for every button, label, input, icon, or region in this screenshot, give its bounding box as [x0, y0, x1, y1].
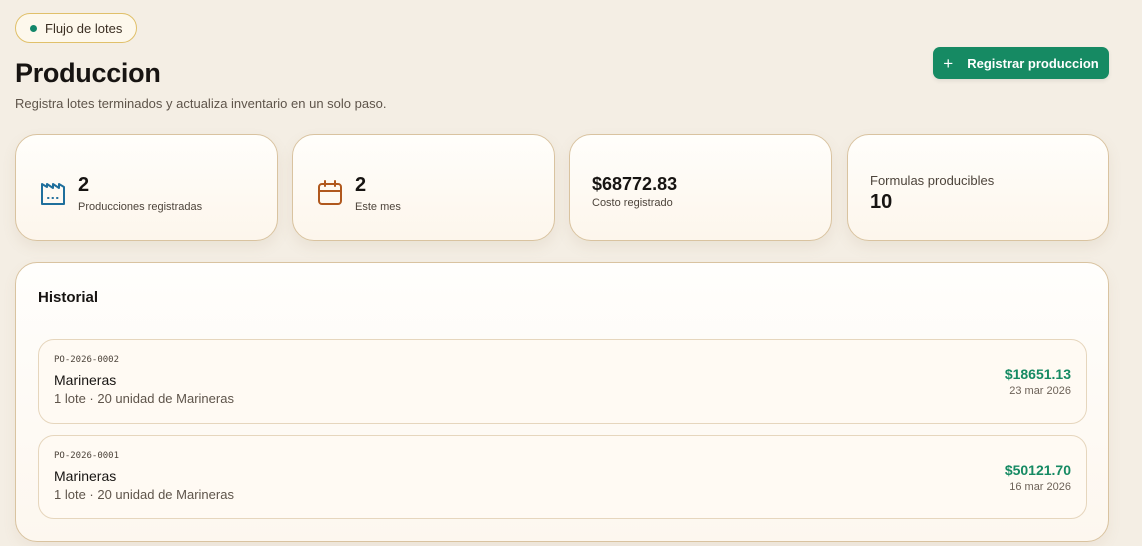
register-production-label: Registrar produccion	[967, 55, 1099, 71]
history-title: Historial	[38, 289, 99, 306]
plus-icon: +	[943, 53, 954, 73]
stat-value: 2	[355, 174, 367, 196]
app-root: Flujo de lotes Produccion Registra lotes…	[0, 0, 1142, 546]
production-name: Marineras	[54, 468, 117, 484]
stat-label: Costo registrado	[592, 197, 673, 209]
stat-value: 2	[78, 174, 90, 196]
production-row[interactable]: PO-2026-0002 Marineras 1 lote · 20 unida…	[38, 339, 1087, 424]
flow-badge: Flujo de lotes	[15, 13, 138, 43]
production-code: PO-2026-0001	[54, 451, 120, 461]
status-dot	[30, 24, 37, 32]
stat-label: Producciones registradas	[78, 201, 203, 213]
production-amount: $50121.70	[1004, 462, 1071, 478]
stat-value: 10	[870, 191, 893, 213]
stat-label: Formulas producibles	[870, 173, 995, 188]
production-detail: 1 lote · 20 unidad de Marineras	[54, 391, 234, 406]
calendar-icon	[318, 180, 342, 205]
page-subtitle: Registra lotes terminados y actualiza in…	[15, 96, 387, 111]
flow-badge-label: Flujo de lotes	[45, 20, 123, 36]
register-production-button[interactable]: + Registrar produccion	[933, 47, 1109, 79]
history-panel: Historial PO-2026-0002 Marineras 1 lote …	[15, 262, 1109, 542]
production-detail: 1 lote · 20 unidad de Marineras	[54, 487, 234, 502]
stat-card-productions: 2 Producciones registradas	[15, 134, 278, 241]
production-name: Marineras	[54, 372, 117, 388]
production-code: PO-2026-0002	[54, 355, 120, 365]
production-date: 23 mar 2026	[1009, 385, 1071, 397]
production-row[interactable]: PO-2026-0001 Marineras 1 lote · 20 unida…	[38, 435, 1087, 519]
production-date: 16 mar 2026	[1009, 481, 1071, 493]
production-amount: $18651.13	[1004, 366, 1071, 382]
page-title: Produccion	[15, 58, 161, 88]
stat-value: $68772.83	[592, 174, 678, 194]
stat-label: Este mes	[355, 201, 401, 213]
factory-icon	[41, 183, 65, 205]
stat-card-cost: $68772.83 Costo registrado	[569, 134, 832, 241]
stat-card-this-month: 2 Este mes	[292, 134, 555, 241]
stat-card-producible-formulas: Formulas producibles 10	[847, 134, 1109, 241]
